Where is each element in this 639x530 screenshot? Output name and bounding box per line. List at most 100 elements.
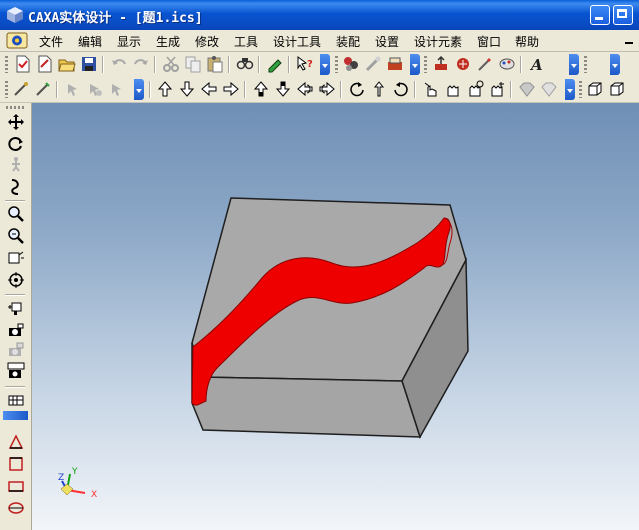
- axis-x-label: X: [91, 490, 97, 500]
- gem-icon[interactable]: [518, 80, 536, 98]
- ellipse-icon[interactable]: [7, 499, 25, 517]
- grid-icon[interactable]: [7, 391, 25, 409]
- svg-text:?: ?: [307, 59, 313, 70]
- arrow-right-icon[interactable]: [222, 80, 240, 98]
- camera-view-icon[interactable]: [7, 361, 25, 379]
- menu-help[interactable]: 帮助: [515, 33, 539, 50]
- design-tree-icon[interactable]: [342, 55, 360, 73]
- toolbar-overflow-button[interactable]: [134, 79, 144, 100]
- paste-icon[interactable]: [206, 55, 224, 73]
- edit-icon[interactable]: [34, 80, 52, 98]
- pan-right-icon[interactable]: [318, 80, 336, 98]
- find-icon[interactable]: [236, 55, 254, 73]
- view-down-icon[interactable]: [274, 80, 292, 98]
- menu-settings[interactable]: 设置: [375, 33, 399, 50]
- standard-toolbar: ? A: [0, 52, 639, 78]
- axis-z-label: Z: [58, 473, 64, 483]
- zoom-icon[interactable]: [7, 205, 25, 223]
- rotate-select-icon[interactable]: [108, 80, 126, 98]
- toolbar-overflow-button[interactable]: [569, 54, 579, 75]
- design-viewport[interactable]: X Y Z: [32, 103, 639, 530]
- orbit-icon[interactable]: [7, 135, 25, 153]
- spin-icon[interactable]: [7, 177, 25, 195]
- save-icon[interactable]: [80, 55, 98, 73]
- menu-generate[interactable]: 生成: [156, 33, 180, 50]
- camera-icon[interactable]: [7, 299, 25, 317]
- hand-spin-icon[interactable]: [466, 80, 484, 98]
- toolbar-overflow-button[interactable]: [610, 54, 620, 75]
- hand-grab-icon[interactable]: [444, 80, 462, 98]
- toolbar-overflow-button[interactable]: [320, 54, 330, 75]
- texture-icon[interactable]: [454, 55, 472, 73]
- toolbar-overflow-button[interactable]: [410, 54, 420, 75]
- menu-design-tools[interactable]: 设计工具: [273, 33, 321, 50]
- paint-icon[interactable]: [498, 55, 516, 73]
- pick-icon[interactable]: [12, 80, 30, 98]
- view-toolbar: [0, 77, 639, 103]
- camera-setup-icon[interactable]: [7, 341, 25, 359]
- document-icon[interactable]: [6, 32, 28, 49]
- undo-icon[interactable]: [110, 55, 128, 73]
- move-cross-icon[interactable]: [7, 113, 25, 131]
- menu-view[interactable]: 显示: [117, 33, 141, 50]
- mdi-minimize-icon[interactable]: [623, 34, 637, 46]
- camera-alt-icon[interactable]: [7, 321, 25, 339]
- arrow-left-icon[interactable]: [200, 80, 218, 98]
- menu-edit[interactable]: 编辑: [78, 33, 102, 50]
- maximize-button[interactable]: [613, 5, 633, 25]
- zoom-window-icon[interactable]: [7, 227, 25, 245]
- zoom-fit-icon[interactable]: [7, 249, 25, 267]
- left-toolbar-overflow-button[interactable]: [3, 411, 28, 420]
- new-document-icon[interactable]: [14, 55, 32, 73]
- text-icon[interactable]: A: [528, 55, 546, 73]
- menu-window[interactable]: 窗口: [477, 33, 501, 50]
- render-icon[interactable]: [386, 55, 404, 73]
- triangle-icon[interactable]: [7, 433, 25, 451]
- redo-icon[interactable]: [132, 55, 150, 73]
- clear-icon[interactable]: [266, 55, 284, 73]
- menu-design-elements[interactable]: 设计元素: [414, 33, 462, 50]
- move-icon[interactable]: [86, 80, 104, 98]
- target-icon[interactable]: [7, 271, 25, 289]
- wizard-icon[interactable]: [476, 55, 494, 73]
- menu-bar: 文件 编辑 显示 生成 修改 工具 设计工具 装配 设置 设计元素 窗口 帮助: [0, 30, 639, 52]
- view-up-icon[interactable]: [252, 80, 270, 98]
- copy-icon[interactable]: [184, 55, 202, 73]
- whats-this-help-icon[interactable]: ?: [296, 55, 314, 73]
- window-title: CAXA实体设计 - [题1.ics]: [28, 11, 203, 26]
- toolbar-grip[interactable]: [5, 56, 8, 73]
- arrow-down-icon[interactable]: [178, 80, 196, 98]
- minimize-button[interactable]: [590, 5, 610, 25]
- toolbar-overflow-button[interactable]: [565, 79, 575, 100]
- svg-text:A: A: [529, 56, 543, 73]
- title-bar: CAXA实体设计 - [题1.ics]: [0, 0, 639, 30]
- coordinate-triad: X Y Z: [58, 467, 97, 500]
- square-icon[interactable]: [7, 477, 25, 495]
- rotate-up-icon[interactable]: [370, 80, 388, 98]
- gem-outline-icon[interactable]: [540, 80, 558, 98]
- left-toolbar: [0, 103, 32, 530]
- pan-left-icon[interactable]: [296, 80, 314, 98]
- menu-tools[interactable]: 工具: [234, 33, 258, 50]
- new-drawing-icon[interactable]: [36, 55, 54, 73]
- arrow-up-icon[interactable]: [156, 80, 174, 98]
- hand-zoom-icon[interactable]: [488, 80, 506, 98]
- menu-assembly[interactable]: 装配: [336, 33, 360, 50]
- smart-select-icon[interactable]: [64, 80, 82, 98]
- box-view-alt-icon[interactable]: [608, 80, 626, 98]
- box-view-icon[interactable]: [586, 80, 604, 98]
- axis-y-label: Y: [71, 467, 78, 477]
- rotate-left-icon[interactable]: [348, 80, 366, 98]
- menu-modify[interactable]: 修改: [195, 33, 219, 50]
- caxa-app-icon[interactable]: [6, 6, 24, 24]
- model-scene: X Y Z: [58, 197, 469, 500]
- hand-pointer-icon[interactable]: [422, 80, 440, 98]
- shading-icon[interactable]: [432, 55, 450, 73]
- cut-icon[interactable]: [162, 55, 180, 73]
- open-folder-icon[interactable]: [58, 55, 76, 73]
- menu-file[interactable]: 文件: [39, 33, 63, 50]
- design-element-icon[interactable]: [364, 55, 382, 73]
- rotate-right-icon[interactable]: [392, 80, 410, 98]
- rectangle-icon[interactable]: [7, 455, 25, 473]
- walk-icon[interactable]: [7, 155, 25, 173]
